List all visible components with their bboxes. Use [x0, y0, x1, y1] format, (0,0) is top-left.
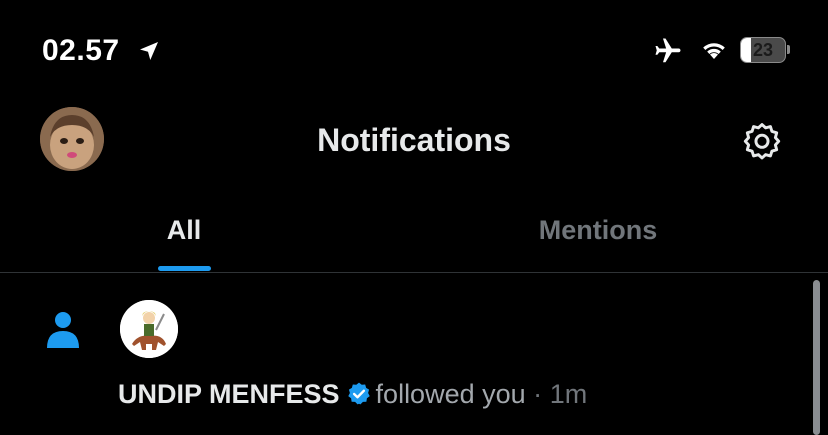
notification-separator: ·: [533, 379, 543, 409]
wifi-icon: [703, 43, 725, 59]
status-bar: 02.57 23: [0, 0, 828, 100]
location-arrow-icon: [140, 42, 158, 60]
tab-mentions-label: Mentions: [538, 215, 658, 245]
tab-all-label: All: [166, 215, 202, 245]
person-icon: [47, 312, 79, 348]
gear-icon[interactable]: [740, 120, 784, 164]
notification-user-name[interactable]: UNDIP MENFESS: [118, 379, 340, 409]
battery-icon: 23: [740, 37, 790, 63]
scrollbar[interactable]: [813, 280, 820, 435]
battery-cap: [787, 45, 790, 54]
airplane-icon: [655, 38, 681, 63]
notification-item[interactable]: UNDIP MENFESS followed you · 1m: [0, 273, 810, 435]
page-title: Notifications: [317, 122, 511, 158]
active-tab-indicator: [158, 266, 211, 271]
verified-badge-icon: [347, 382, 370, 405]
follower-avatar[interactable]: [120, 300, 178, 358]
battery-level: 23: [752, 40, 774, 60]
follower-avatar-image: [120, 300, 178, 358]
tab-all[interactable]: All: [0, 207, 368, 273]
tab-mentions[interactable]: Mentions: [368, 207, 828, 273]
notification-text: UNDIP MENFESS followed you · 1m: [118, 379, 587, 410]
notification-time: 1m: [549, 379, 588, 409]
notification-action: followed you: [375, 379, 526, 409]
status-time: 02.57: [42, 34, 120, 67]
